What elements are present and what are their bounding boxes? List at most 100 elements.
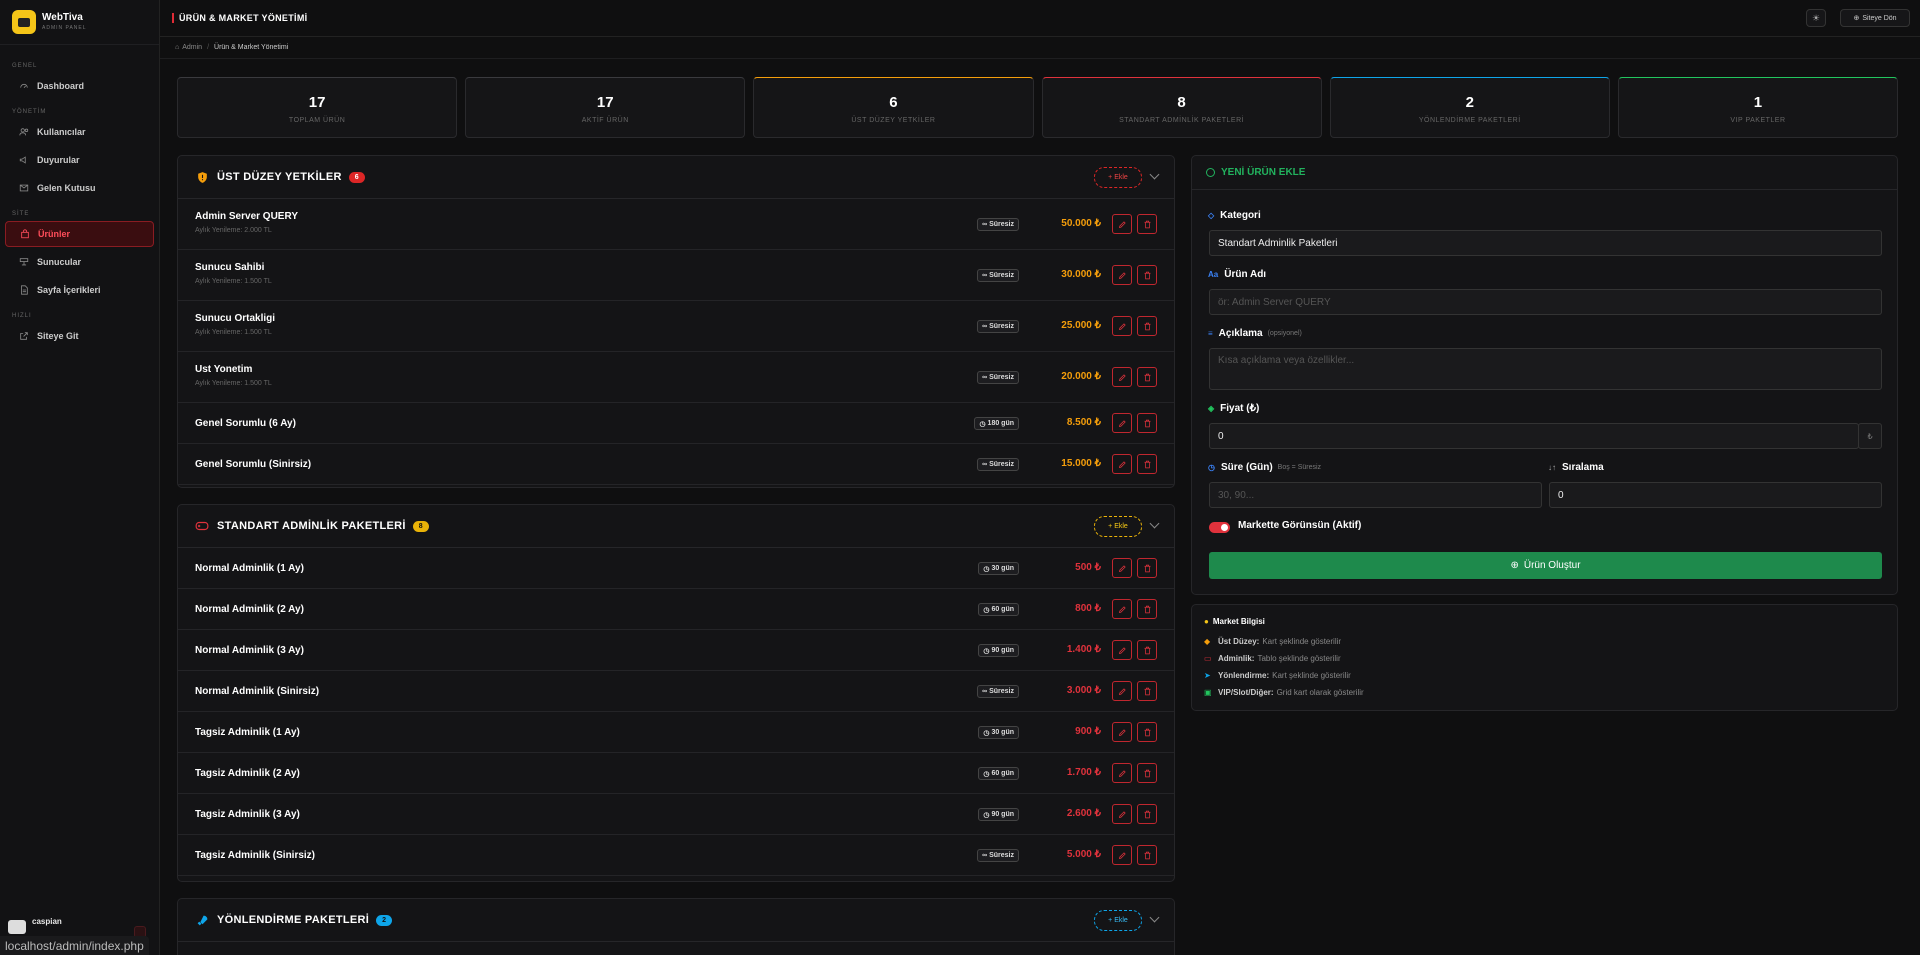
money-icon: ◈ [1208,404,1215,413]
table-row: Normal Adminlik (3 Ay) ◷ 90 gün 1.400 ₺ [178,630,1174,671]
status-url: localhost/admin/index.php [0,936,149,955]
add-product-button[interactable]: + Ekle [1094,516,1142,537]
category-select[interactable]: Standart Adminlik Paketleri [1209,230,1882,256]
create-product-button[interactable]: ⊕ Ürün Oluştur [1209,552,1882,579]
infinity-icon: ∞ [982,688,988,695]
chevron-down-icon[interactable] [1149,518,1160,529]
stat-card: 6 ÜST DÜZEY YETKİLER [753,77,1034,138]
edit-button[interactable] [1112,681,1132,701]
section-header[interactable]: STANDART ADMİNLİK PAKETLERİ 8 + Ekle [178,505,1174,548]
stat-label: YÖNLENDİRME PAKETLERİ [1418,117,1521,124]
pencil-icon [1118,728,1126,736]
delete-button[interactable] [1137,845,1157,865]
edit-button[interactable] [1112,763,1132,783]
section-header[interactable]: ÜST DÜZEY YETKİLER 6 + Ekle [178,156,1174,199]
user-profile[interactable]: caspian [8,917,62,934]
edit-button[interactable] [1112,413,1132,433]
sidebar-item-announcements[interactable]: Duyurular [5,147,154,173]
sidebar-item-go-site[interactable]: Siteye Git [5,323,154,349]
duration-badge: ◷ 60 gün [978,767,1019,780]
edit-button[interactable] [1112,265,1132,285]
product-renewal: Aylık Yenileme: 1.500 TL [195,380,272,387]
order-label: ↓↑ Sıralama [1548,462,1604,473]
theme-toggle-button[interactable]: ☀ [1806,9,1826,27]
delete-button[interactable] [1137,265,1157,285]
description-textarea[interactable]: Kısa açıklama veya özellikler... [1209,348,1882,390]
duration-badge: ∞ Süresiz [977,371,1019,384]
edit-button[interactable] [1112,804,1132,824]
brand-logo-icon [12,10,36,34]
visible-toggle[interactable] [1209,522,1230,533]
add-product-button[interactable]: + Ekle [1094,910,1142,931]
add-product-button[interactable]: + Ekle [1094,167,1142,188]
sidebar-item-servers[interactable]: Sunucular [5,249,154,275]
trash-icon [1144,564,1150,572]
delete-button[interactable] [1137,599,1157,619]
info-key: Üst Düzey: [1218,637,1260,646]
section-title: STANDART ADMİNLİK PAKETLERİ [217,520,406,532]
breadcrumb-root[interactable]: Admin [182,44,202,51]
product-name: Tagsiz Adminlik (3 Ay) [195,809,300,820]
delete-button[interactable] [1137,454,1157,474]
sidebar-item-users[interactable]: Kullanıcılar [5,119,154,145]
sidebar-item-products[interactable]: Ürünler [5,221,154,247]
back-to-site-button[interactable]: ⊕ Siteye Dön [1840,9,1910,27]
delete-button[interactable] [1137,681,1157,701]
delete-button[interactable] [1137,763,1157,783]
sidebar-item-label: Sayfa İçerikleri [37,285,101,295]
currency-icon: ₺ [1858,423,1882,449]
sidebar-item-label: Ürünler [38,229,71,239]
sidebar-item-dashboard[interactable]: Dashboard [5,73,154,99]
product-price: 3.000 ₺ [1066,685,1101,696]
sidebar-item-pages[interactable]: Sayfa İçerikleri [5,277,154,303]
clock-icon: ◷ [983,606,990,614]
delete-button[interactable] [1137,367,1157,387]
clock-icon: ◷ [983,647,990,655]
trash-icon [1144,851,1150,859]
delete-button[interactable] [1137,413,1157,433]
sidebar-item-inbox[interactable]: Gelen Kutusu [5,175,154,201]
edit-button[interactable] [1112,599,1132,619]
duration-badge: ◷ 30 gün [978,726,1019,739]
topbar: ÜRÜN & MARKET YÖNETİMİ ☀ ⊕ Siteye Dön [160,0,1920,37]
product-price: 2.600 ₺ [1066,808,1101,819]
edit-button[interactable] [1112,722,1132,742]
duration-input[interactable]: 30, 90... [1209,482,1542,508]
pencil-icon [1118,810,1126,818]
delete-button[interactable] [1137,316,1157,336]
delete-button[interactable] [1137,722,1157,742]
product-name-input[interactable]: ör: Admin Server QUERY [1209,289,1882,315]
edit-button[interactable] [1112,367,1132,387]
info-row: ▣ VIP/Slot/Diğer: Grid kart olarak gösteri… [1204,684,1885,701]
edit-button[interactable] [1112,558,1132,578]
trash-icon [1144,728,1150,736]
price-input[interactable]: 0 [1209,423,1859,449]
chevron-down-icon[interactable] [1149,169,1160,180]
brand[interactable]: WebTiva ADMIN PANEL [0,0,159,45]
delete-button[interactable] [1137,640,1157,660]
table-row: Tagsiz Adminlik (3 Ay) ◷ 90 gün 2.600 ₺ [178,794,1174,835]
duration-badge: ∞ Süresiz [977,218,1019,231]
market-info-panel: ● Market Bilgisi ◆ Üst Düzey: Kart şeklinde… [1191,604,1898,711]
info-text: Kart şeklinde gösterilir [1262,637,1342,646]
product-name: Tagsiz Adminlik (Sinirsiz) [195,850,316,861]
product-price: 20.000 ₺ [1061,371,1101,382]
delete-button[interactable] [1137,804,1157,824]
product-price: 5.000 ₺ [1066,849,1101,860]
edit-button[interactable] [1112,640,1132,660]
edit-button[interactable] [1112,316,1132,336]
order-input[interactable]: 0 [1549,482,1882,508]
edit-button[interactable] [1112,214,1132,234]
price-label: ◈ Fiyat (₺) [1208,403,1259,414]
chevron-down-icon[interactable] [1149,912,1160,923]
delete-button[interactable] [1137,558,1157,578]
duration-badge: ∞ Süresiz [977,269,1019,282]
duration-text: Süresiz [989,272,1014,279]
pencil-icon [1118,769,1126,777]
edit-button[interactable] [1112,845,1132,865]
edit-button[interactable] [1112,454,1132,474]
delete-button[interactable] [1137,214,1157,234]
section-header[interactable]: YÖNLENDİRME PAKETLERİ 2 + Ekle [178,899,1174,942]
users-icon [19,128,29,136]
product-price: 900 ₺ [1075,726,1101,737]
